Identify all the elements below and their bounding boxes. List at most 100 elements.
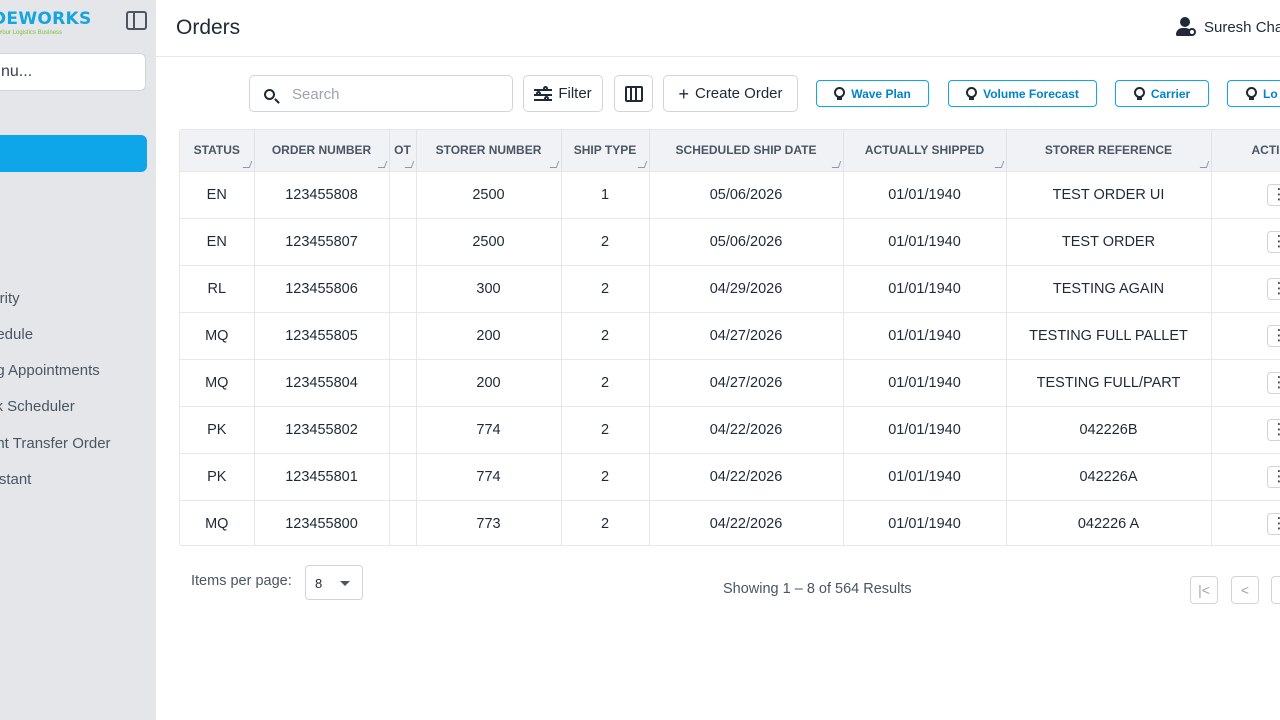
create-order-label: Create Order — [694, 85, 783, 102]
cell-ot — [389, 171, 417, 219]
cell-actions: ⋮ — [1211, 218, 1280, 266]
column-header-status[interactable]: STATUS — [180, 130, 255, 172]
results-summary: Showing 1 – 8 of 564 Results — [723, 581, 912, 597]
cell-status: MQ — [180, 500, 255, 545]
more-actions-icon[interactable]: ⋮ — [1266, 512, 1280, 535]
sidebar-item-1[interactable]: iority — [0, 290, 20, 307]
resize-handle-icon[interactable] — [377, 160, 387, 168]
table-row[interactable]: PK 123455801 774 2 04/22/2026 01/01/1940 04222… — [180, 453, 1280, 501]
orders-table: STATUS ORDER NUMBER OT STORER NUMBER SHI… — [179, 129, 1280, 546]
cell-status: PK — [180, 453, 255, 501]
table-header-row: STATUS ORDER NUMBER OT STORER NUMBER SHI… — [180, 130, 1280, 172]
user-menu[interactable]: Suresh Cha — [1176, 17, 1280, 37]
more-actions-icon[interactable]: ⋮ — [1266, 418, 1280, 441]
cell-storer-number: 2500 — [416, 218, 562, 266]
cell-ot — [389, 359, 417, 407]
table-row[interactable]: EN 123455807 2500 2 05/06/2026 01/01/1940 TEST… — [180, 218, 1280, 266]
first-page-button[interactable]: |< — [1190, 576, 1218, 604]
cell-scheduled-ship-date: 04/27/2026 — [649, 359, 844, 407]
cell-ship-type: 2 — [561, 500, 650, 545]
resize-handle-icon[interactable] — [637, 160, 647, 168]
search-icon — [264, 89, 275, 100]
cell-ot — [389, 500, 417, 545]
menu-search-input[interactable]: nu... — [0, 53, 146, 91]
search-input[interactable] — [292, 84, 502, 104]
cell-ship-type: 2 — [561, 359, 650, 407]
cell-status: MQ — [180, 359, 255, 407]
sidebar-item-3[interactable]: ng Appointments — [0, 362, 100, 379]
column-header-order-number[interactable]: ORDER NUMBER — [254, 130, 390, 172]
table-row[interactable]: EN 123455808 2500 1 05/06/2026 01/01/1940 TEST… — [180, 171, 1280, 219]
cell-order-number: 123455801 — [254, 453, 390, 501]
cell-actions: ⋮ — [1211, 406, 1280, 454]
table-row[interactable]: PK 123455802 774 2 04/22/2026 01/01/1940 04222… — [180, 406, 1280, 454]
table-row[interactable]: RL 123455806 300 2 04/29/2026 01/01/1940 TESTI… — [180, 265, 1280, 313]
column-header-actions: ACTI — [1211, 130, 1280, 172]
more-actions-icon[interactable]: ⋮ — [1266, 371, 1280, 394]
cell-order-number: 123455800 — [254, 500, 390, 545]
sidebar-item-active[interactable] — [0, 135, 147, 172]
user-settings-icon — [1176, 17, 1196, 37]
carrier-button[interactable]: Carrier — [1115, 80, 1209, 107]
cell-scheduled-ship-date: 05/06/2026 — [649, 218, 844, 266]
cell-actually-shipped: 01/01/1940 — [843, 406, 1007, 454]
resize-handle-icon[interactable] — [1199, 160, 1209, 168]
columns-button[interactable] — [614, 75, 653, 112]
cell-storer-number: 774 — [416, 406, 562, 454]
cell-actually-shipped: 01/01/1940 — [843, 500, 1007, 545]
cell-ship-type: 2 — [561, 218, 650, 266]
column-header-actually-shipped[interactable]: ACTUALLY SHIPPED — [843, 130, 1007, 172]
sidebar-toggle-icon[interactable] — [126, 11, 147, 30]
sidebar-item-2[interactable]: hedule — [0, 326, 33, 343]
filter-button[interactable]: Filter — [523, 75, 603, 112]
prev-page-button[interactable]: < — [1231, 576, 1259, 604]
column-header-scheduled-ship-date[interactable]: SCHEDULED SHIP DATE — [649, 130, 844, 172]
table-row[interactable]: MQ 123455805 200 2 04/27/2026 01/01/1940 TESTI… — [180, 312, 1280, 360]
more-actions-icon[interactable]: ⋮ — [1266, 277, 1280, 300]
resize-handle-icon[interactable] — [549, 160, 559, 168]
cell-storer-reference: TESTING FULL/PART — [1006, 359, 1212, 407]
cell-ship-type: 2 — [561, 406, 650, 454]
cell-status: RL — [180, 265, 255, 313]
more-actions-icon[interactable]: ⋮ — [1266, 183, 1280, 206]
cell-ot — [389, 406, 417, 454]
cell-status: MQ — [180, 312, 255, 360]
cell-ot — [389, 265, 417, 313]
wave-plan-button[interactable]: Wave Plan — [816, 80, 929, 107]
more-actions-icon[interactable]: ⋮ — [1266, 230, 1280, 253]
cell-storer-reference: 042226B — [1006, 406, 1212, 454]
cell-actions: ⋮ — [1211, 265, 1280, 313]
create-order-button[interactable]: + Create Order — [663, 75, 798, 112]
cell-storer-reference: TEST ORDER — [1006, 218, 1212, 266]
cell-ot — [389, 218, 417, 266]
next-page-button[interactable] — [1271, 576, 1280, 604]
table-row[interactable]: MQ 123455804 200 2 04/27/2026 01/01/1940 TESTI… — [180, 359, 1280, 407]
cell-storer-reference: 042226 A — [1006, 500, 1212, 545]
more-actions-icon[interactable]: ⋮ — [1266, 324, 1280, 347]
table-row[interactable]: MQ 123455800 773 2 04/22/2026 01/01/1940 04222… — [180, 500, 1280, 545]
cell-scheduled-ship-date: 04/22/2026 — [649, 406, 844, 454]
cell-actually-shipped: 01/01/1940 — [843, 265, 1007, 313]
volume-forecast-button[interactable]: Volume Forecast — [948, 80, 1097, 107]
more-actions-icon[interactable]: ⋮ — [1266, 465, 1280, 488]
cell-ship-type: 2 — [561, 453, 650, 501]
cell-actions: ⋮ — [1211, 500, 1280, 545]
search-box[interactable] — [249, 75, 513, 112]
column-header-ot[interactable]: OT — [389, 130, 417, 172]
load-button[interactable]: Lo — [1227, 80, 1280, 107]
sidebar-item-5[interactable]: ent Transfer Order — [0, 435, 111, 452]
sidebar-item-6[interactable]: sistant — [0, 471, 31, 488]
wave-plan-label: Wave Plan — [851, 86, 911, 101]
items-per-page-select[interactable]: 8 — [305, 565, 363, 600]
cell-ot — [389, 453, 417, 501]
column-header-storer-number[interactable]: STORER NUMBER — [416, 130, 562, 172]
sidebar-item-4[interactable]: ck Scheduler — [0, 398, 75, 415]
resize-handle-icon[interactable] — [994, 160, 1004, 168]
resize-handle-icon[interactable] — [831, 160, 841, 168]
volume-forecast-label: Volume Forecast — [983, 86, 1079, 101]
column-header-ship-type[interactable]: SHIP TYPE — [561, 130, 650, 172]
resize-handle-icon[interactable] — [404, 160, 414, 168]
cell-order-number: 123455806 — [254, 265, 390, 313]
resize-handle-icon[interactable] — [242, 160, 252, 168]
column-header-storer-reference[interactable]: STORER REFERENCE — [1006, 130, 1212, 172]
